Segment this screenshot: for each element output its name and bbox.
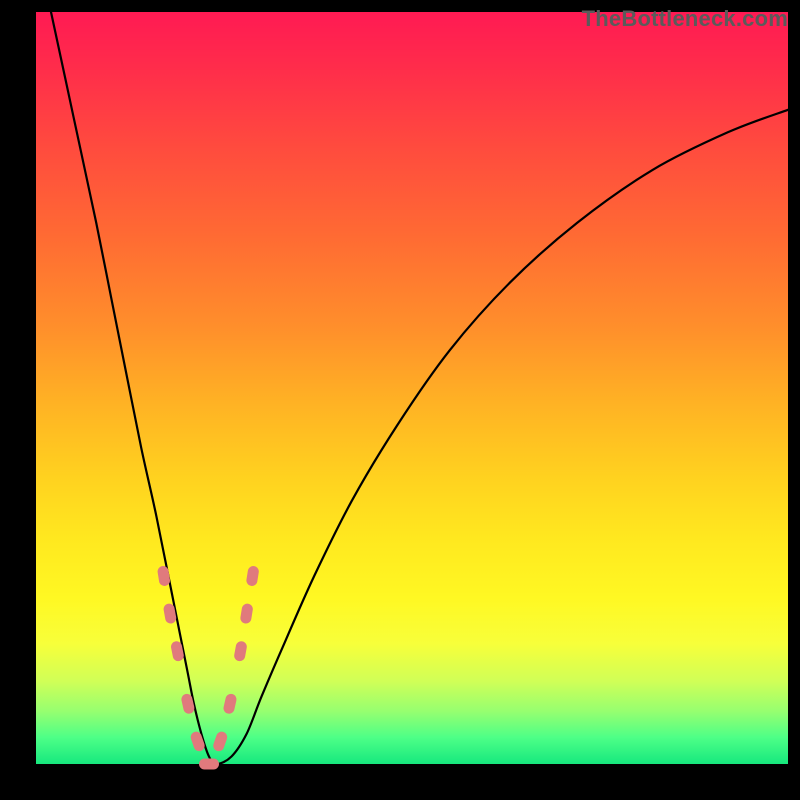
chart-frame: TheBottleneck.com bbox=[0, 0, 800, 800]
bottleneck-curve bbox=[51, 12, 788, 764]
plot-area bbox=[36, 12, 788, 764]
marker-point bbox=[157, 565, 171, 586]
marker-point bbox=[212, 730, 229, 753]
marker-point bbox=[240, 603, 254, 624]
chart-svg bbox=[36, 12, 788, 764]
marker-point bbox=[222, 693, 237, 715]
marker-point bbox=[233, 640, 247, 662]
marker-point bbox=[199, 759, 219, 770]
attribution-text: TheBottleneck.com bbox=[582, 6, 788, 32]
marker-point bbox=[246, 565, 260, 586]
